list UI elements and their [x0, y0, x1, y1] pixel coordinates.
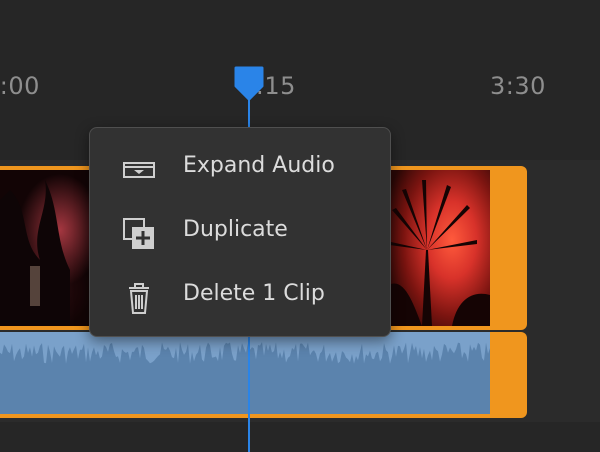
- ruler-tick-label: 3:00: [0, 72, 40, 100]
- timeline-bottom-band: [0, 422, 600, 452]
- menu-item-duplicate[interactable]: Duplicate: [90, 204, 390, 260]
- menu-item-expand-audio[interactable]: Expand Audio: [90, 140, 390, 196]
- menu-item-label: Duplicate: [183, 217, 288, 242]
- audio-waveform: [0, 332, 490, 414]
- audio-clip[interactable]: [0, 332, 527, 418]
- waveform-graphic: [0, 342, 490, 414]
- ruler-tick-label: 3:30: [490, 72, 546, 100]
- menu-item-label: Expand Audio: [183, 153, 335, 178]
- expand-audio-icon: [123, 162, 155, 178]
- playhead-handle[interactable]: [234, 66, 264, 100]
- menu-item-delete-clip[interactable]: Delete 1 Clip: [90, 268, 390, 324]
- clip-thumbnail: [382, 170, 490, 326]
- context-menu: Expand Audio Duplicate Delete 1 Clip: [89, 127, 391, 337]
- trash-icon: [129, 283, 149, 314]
- thumbnail-image: [382, 180, 490, 326]
- menu-item-label: Delete 1 Clip: [183, 281, 325, 306]
- duplicate-icon: [123, 218, 154, 249]
